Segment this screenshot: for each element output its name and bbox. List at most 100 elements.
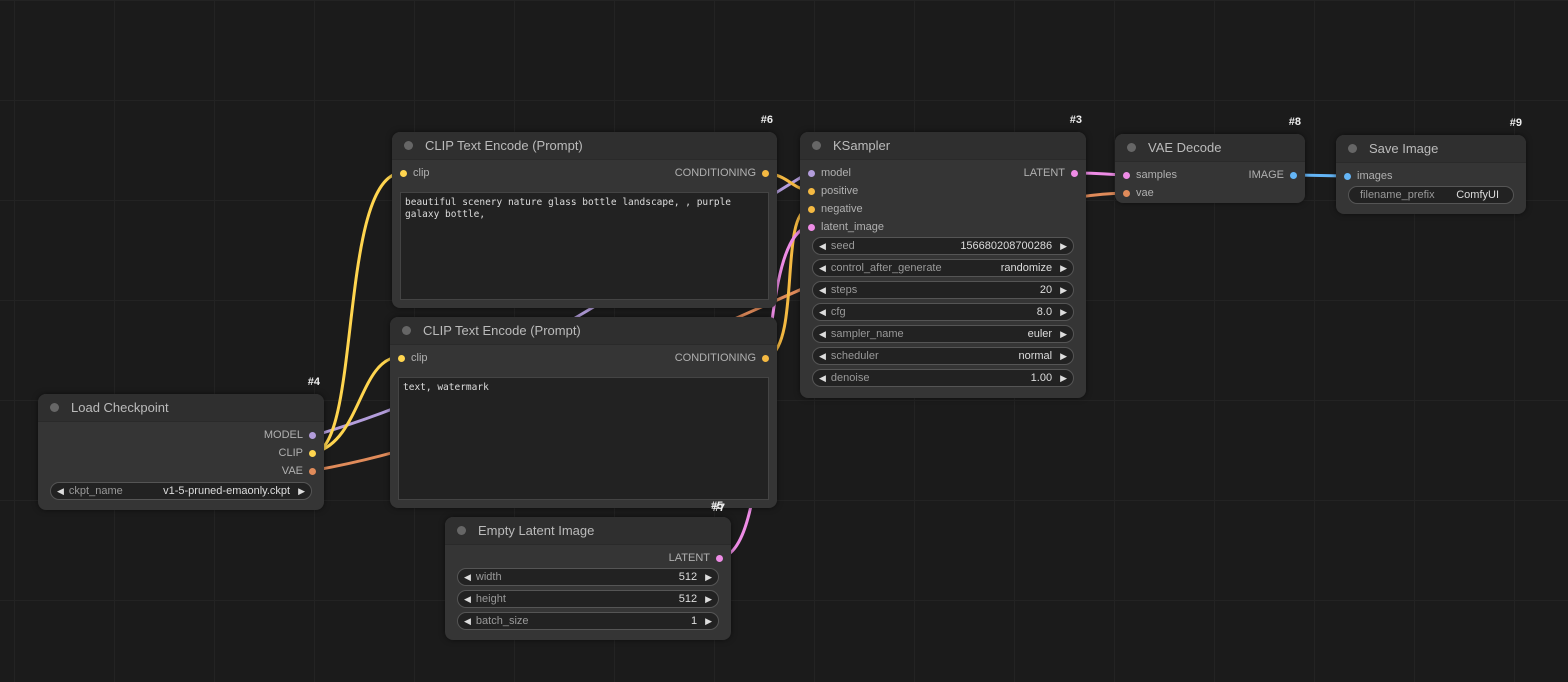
collapse-dot-icon[interactable] (1348, 144, 1357, 153)
decrement-arrow-icon[interactable]: ◀ (819, 351, 826, 362)
node-empty-latent-image[interactable]: Empty Latent Image LATENT ◀ width 512 ▶ ◀ he… (445, 517, 731, 640)
slot-dot-icon[interactable] (808, 187, 815, 195)
widget-seed[interactable]: ◀ seed 156680208700286 ▶ (812, 237, 1074, 255)
collapse-dot-icon[interactable] (457, 526, 466, 535)
widget-value[interactable]: 8.0 (1037, 306, 1052, 318)
decrement-arrow-icon[interactable]: ◀ (819, 373, 826, 384)
node-title-bar[interactable]: KSampler (800, 132, 1086, 160)
node-vae-decode[interactable]: #8 VAE Decode samples vae IMAGE (1115, 116, 1305, 203)
widget-ckpt-name[interactable]: ◀ ckpt_name v1-5-pruned-emaonly.ckpt ▶ (50, 482, 312, 500)
slot-dot-icon[interactable] (1344, 172, 1351, 180)
increment-arrow-icon[interactable]: ▶ (1060, 351, 1067, 362)
output-slot-model[interactable]: MODEL (264, 428, 322, 442)
prompt-textarea[interactable]: beautiful scenery nature glass bottle la… (400, 192, 769, 300)
widget-batch-size[interactable]: ◀ batch_size 1 ▶ (457, 612, 719, 630)
decrement-arrow-icon[interactable]: ◀ (819, 329, 826, 340)
widget-value[interactable]: 512 (679, 571, 697, 583)
collapse-dot-icon[interactable] (402, 326, 411, 335)
slot-dot-icon[interactable] (762, 169, 769, 177)
increment-arrow-icon[interactable]: ▶ (298, 486, 305, 497)
node-title-bar[interactable]: Empty Latent Image (445, 517, 731, 545)
slot-dot-icon[interactable] (309, 449, 316, 457)
increment-arrow-icon[interactable]: ▶ (705, 572, 712, 583)
increment-arrow-icon[interactable]: ▶ (1060, 263, 1067, 274)
output-slot-image[interactable]: IMAGE (1249, 168, 1303, 182)
slot-dot-icon[interactable] (808, 223, 815, 231)
increment-arrow-icon[interactable]: ▶ (1060, 285, 1067, 296)
output-slot-latent[interactable]: LATENT (669, 551, 729, 565)
slot-dot-icon[interactable] (808, 169, 815, 177)
slot-dot-icon[interactable] (808, 205, 815, 213)
collapse-dot-icon[interactable] (404, 141, 413, 150)
widget-width[interactable]: ◀ width 512 ▶ (457, 568, 719, 586)
slot-dot-icon[interactable] (1123, 189, 1130, 197)
decrement-arrow-icon[interactable]: ◀ (464, 572, 471, 583)
input-slot-clip[interactable]: clip (392, 351, 428, 365)
output-slot-latent[interactable]: LATENT (1024, 166, 1084, 180)
widget-filename-prefix[interactable]: filename_prefix ComfyUI (1348, 186, 1514, 204)
slot-dot-icon[interactable] (1290, 171, 1297, 179)
node-title-bar[interactable]: CLIP Text Encode (Prompt) (392, 132, 777, 160)
increment-arrow-icon[interactable]: ▶ (705, 616, 712, 627)
output-slot-conditioning[interactable]: CONDITIONING (675, 351, 775, 365)
increment-arrow-icon[interactable]: ▶ (1060, 241, 1067, 252)
decrement-arrow-icon[interactable]: ◀ (819, 307, 826, 318)
widget-value[interactable]: euler (1028, 328, 1052, 340)
decrement-arrow-icon[interactable]: ◀ (819, 263, 826, 274)
node-save-image[interactable]: #9 Save Image images filename_prefix Comf… (1336, 117, 1526, 214)
input-slot-images[interactable]: images (1338, 169, 1392, 183)
widget-value[interactable]: 1 (691, 615, 697, 627)
output-slot-clip[interactable]: CLIP (279, 446, 322, 460)
input-slot-vae[interactable]: vae (1117, 186, 1154, 200)
widget-cfg[interactable]: ◀ cfg 8.0 ▶ (812, 303, 1074, 321)
increment-arrow-icon[interactable]: ▶ (705, 594, 712, 605)
node-ksampler[interactable]: #3 KSampler model positive negative late… (800, 114, 1086, 398)
input-slot-positive[interactable]: positive (802, 184, 858, 198)
slot-dot-icon[interactable] (1071, 169, 1078, 177)
slot-dot-icon[interactable] (716, 554, 723, 562)
widget-height[interactable]: ◀ height 512 ▶ (457, 590, 719, 608)
widget-denoise[interactable]: ◀ denoise 1.00 ▶ (812, 369, 1074, 387)
collapse-dot-icon[interactable] (1127, 143, 1136, 152)
slot-dot-icon[interactable] (762, 354, 769, 362)
increment-arrow-icon[interactable]: ▶ (1060, 373, 1067, 384)
widget-value[interactable]: randomize (1001, 262, 1052, 274)
input-slot-negative[interactable]: negative (802, 202, 863, 216)
collapse-dot-icon[interactable] (50, 403, 59, 412)
output-slot-conditioning[interactable]: CONDITIONING (675, 166, 775, 180)
node-title-bar[interactable]: Load Checkpoint (38, 394, 324, 422)
slot-dot-icon[interactable] (1123, 171, 1130, 179)
widget-control-after-generate[interactable]: ◀ control_after_generate randomize ▶ (812, 259, 1074, 277)
slot-dot-icon[interactable] (309, 431, 316, 439)
collapse-dot-icon[interactable] (812, 141, 821, 150)
slot-dot-icon[interactable] (309, 467, 316, 475)
widget-value[interactable]: 156680208700286 (960, 240, 1052, 252)
input-slot-model[interactable]: model (802, 166, 851, 180)
decrement-arrow-icon[interactable]: ◀ (464, 594, 471, 605)
node-title-bar[interactable]: Save Image (1336, 135, 1526, 163)
input-slot-latent-image[interactable]: latent_image (802, 220, 884, 234)
widget-value[interactable]: 20 (1040, 284, 1052, 296)
node-title-bar[interactable]: VAE Decode (1115, 134, 1305, 162)
prompt-textarea[interactable]: text, watermark (398, 377, 769, 500)
decrement-arrow-icon[interactable]: ◀ (57, 486, 64, 497)
widget-value[interactable]: normal (1018, 350, 1052, 362)
increment-arrow-icon[interactable]: ▶ (1060, 307, 1067, 318)
widget-value[interactable]: ComfyUI (1456, 189, 1499, 201)
widget-steps[interactable]: ◀ steps 20 ▶ (812, 281, 1074, 299)
decrement-arrow-icon[interactable]: ◀ (819, 285, 826, 296)
widget-sampler-name[interactable]: ◀ sampler_name euler ▶ (812, 325, 1074, 343)
input-slot-samples[interactable]: samples (1117, 168, 1177, 182)
node-clip-text-encode-negative[interactable]: CLIP Text Encode (Prompt) clip CONDITION… (390, 317, 777, 514)
widget-value[interactable]: 1.00 (1031, 372, 1052, 384)
widget-value[interactable]: v1-5-pruned-emaonly.ckpt (163, 485, 290, 497)
node-clip-text-encode-positive[interactable]: #6 CLIP Text Encode (Prompt) clip CONDIT… (392, 114, 777, 308)
decrement-arrow-icon[interactable]: ◀ (464, 616, 471, 627)
increment-arrow-icon[interactable]: ▶ (1060, 329, 1067, 340)
input-slot-clip[interactable]: clip (394, 166, 430, 180)
decrement-arrow-icon[interactable]: ◀ (819, 241, 826, 252)
output-slot-vae[interactable]: VAE (282, 464, 322, 478)
node-load-checkpoint[interactable]: #4 Load Checkpoint MODEL CLIP VAE ◀ ckpt_… (38, 376, 324, 510)
slot-dot-icon[interactable] (400, 169, 407, 177)
node-title-bar[interactable]: CLIP Text Encode (Prompt) (390, 317, 777, 345)
